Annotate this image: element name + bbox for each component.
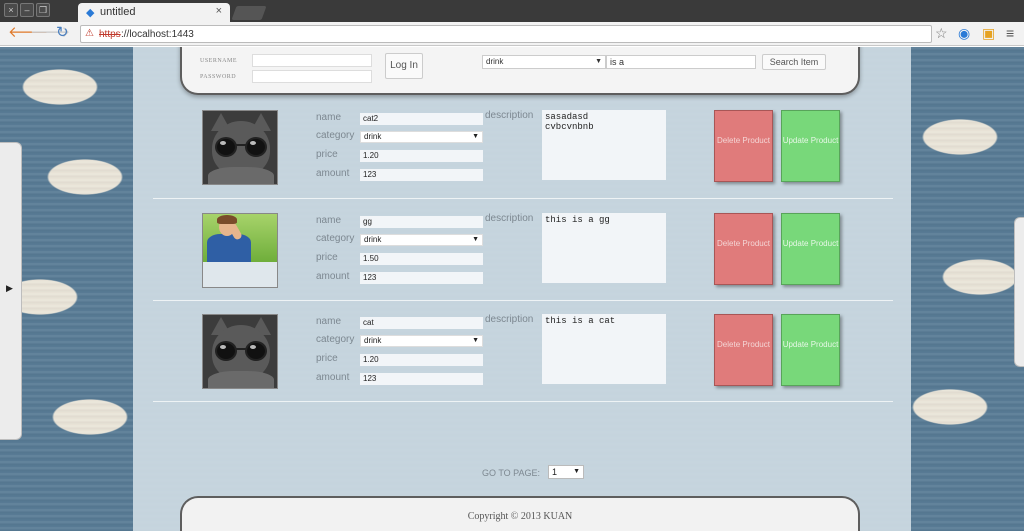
description-textarea[interactable]: sasadasd cvbcvnbnb: [542, 110, 666, 180]
browser-toolbar: 🡐 🡒 ↻ ⚠ https ://localhost:1443 ☆ ◉ ▣ ≡: [0, 22, 1024, 46]
search-category-value: drink: [486, 57, 504, 66]
name-input[interactable]: cat2: [360, 113, 483, 125]
reload-icon[interactable]: ↻: [56, 25, 69, 41]
star-icon[interactable]: ☆: [935, 26, 948, 40]
dropdown-arrow-icon: ▼: [472, 133, 479, 140]
description-textarea[interactable]: this is a gg: [542, 213, 666, 283]
dropdown-arrow-icon: ▼: [595, 58, 602, 65]
price-label: price: [316, 353, 338, 364]
name-input[interactable]: cat: [360, 317, 483, 329]
side-panel-toggle[interactable]: ▶: [0, 142, 22, 440]
copyright-text: Copyright © 2013 KUAN: [467, 511, 573, 522]
product-image: [202, 314, 278, 389]
amount-label: amount: [316, 271, 350, 282]
delete-product-button[interactable]: Delete Product: [714, 213, 773, 285]
amount-label: amount: [316, 168, 350, 179]
side-panel-handle[interactable]: [1014, 217, 1024, 367]
amount-input[interactable]: 123: [360, 272, 483, 284]
price-label: price: [316, 252, 338, 263]
ssl-warning-icon: ⚠: [85, 28, 94, 39]
product-row: name cat2 category drink ▼ price 1.20 am…: [183, 103, 863, 199]
main-content: USERNAME PASSWORD Log In drink ▼ is a Se…: [133, 47, 911, 531]
login-button[interactable]: Log In: [385, 53, 423, 79]
search-input[interactable]: is a: [606, 55, 756, 69]
page-select-value: 1: [552, 467, 558, 477]
amount-input[interactable]: 123: [360, 169, 483, 181]
category-select[interactable]: drink ▼: [360, 234, 483, 246]
product-image: [202, 110, 278, 185]
password-label: PASSWORD: [200, 74, 237, 80]
update-product-button[interactable]: Update Product: [781, 110, 840, 182]
delete-product-button[interactable]: Delete Product: [714, 314, 773, 386]
row-divider: [153, 300, 893, 301]
amount-label: amount: [316, 372, 350, 383]
maximize-window-button[interactable]: ❐: [36, 3, 50, 17]
category-label: category: [316, 334, 355, 345]
name-label: name: [316, 215, 342, 226]
url-text: ://localhost:1443: [121, 29, 194, 40]
username-input[interactable]: [252, 54, 372, 67]
update-product-button[interactable]: Update Product: [781, 213, 840, 285]
url-scheme: https: [99, 29, 121, 40]
row-divider: [153, 401, 893, 402]
price-input[interactable]: 1.50: [360, 253, 483, 265]
dropdown-arrow-icon: ▼: [472, 236, 479, 243]
price-label: price: [316, 149, 338, 160]
browser-tab[interactable]: ◆ untitled ×: [78, 3, 230, 22]
tab-close-icon[interactable]: ×: [216, 5, 222, 17]
amount-input[interactable]: 123: [360, 373, 483, 385]
product-row: name cat category drink ▼ price 1.20 amo…: [183, 307, 863, 403]
name-label: name: [316, 112, 342, 123]
delete-product-button[interactable]: Delete Product: [714, 110, 773, 182]
pagination-label: GO TO PAGE:: [482, 468, 541, 478]
category-select[interactable]: drink ▼: [360, 131, 483, 143]
category-select[interactable]: drink ▼: [360, 335, 483, 347]
address-bar[interactable]: ⚠ https ://localhost:1443: [80, 25, 932, 43]
row-divider: [153, 198, 893, 199]
category-value: drink: [364, 132, 382, 141]
description-textarea[interactable]: this is a cat: [542, 314, 666, 384]
search-category-select[interactable]: drink ▼: [482, 55, 606, 69]
description-label: description: [485, 110, 534, 121]
name-input[interactable]: gg: [360, 216, 483, 228]
extension-icon[interactable]: ▣: [982, 26, 995, 40]
update-product-button[interactable]: Update Product: [781, 314, 840, 386]
dropdown-arrow-icon: ▼: [573, 468, 580, 475]
close-window-button[interactable]: ×: [4, 3, 18, 17]
category-label: category: [316, 130, 355, 141]
description-label: description: [485, 213, 534, 224]
description-label: description: [485, 314, 534, 325]
minimize-window-button[interactable]: –: [20, 3, 34, 17]
extension-icon[interactable]: ◉: [958, 26, 970, 40]
category-value: drink: [364, 235, 382, 244]
tab-favicon-icon: ◆: [86, 7, 95, 19]
product-image: [202, 213, 278, 288]
browser-titlebar: × – ❐ ◆ untitled ×: [0, 0, 1024, 22]
page-viewport: ▶ USERNAME PASSWORD Log In drink ▼ is a …: [0, 47, 1024, 531]
name-label: name: [316, 316, 342, 327]
dropdown-arrow-icon: ▼: [472, 337, 479, 344]
category-label: category: [316, 233, 355, 244]
category-value: drink: [364, 336, 382, 345]
page-select[interactable]: 1 ▼: [548, 465, 584, 479]
footer-panel: Copyright © 2013 KUAN: [180, 496, 860, 531]
tab-title: untitled: [100, 6, 136, 18]
search-button[interactable]: Search Item: [762, 54, 826, 70]
password-input[interactable]: [252, 70, 372, 83]
header-panel: USERNAME PASSWORD Log In drink ▼ is a Se…: [180, 47, 860, 95]
new-tab-button[interactable]: [231, 6, 267, 20]
product-row: name gg category drink ▼ price 1.50 amou…: [183, 206, 863, 302]
chevron-right-icon: ▶: [6, 283, 13, 293]
username-label: USERNAME: [200, 58, 238, 64]
price-input[interactable]: 1.20: [360, 354, 483, 366]
hamburger-menu-icon[interactable]: ≡: [1006, 26, 1014, 40]
price-input[interactable]: 1.20: [360, 150, 483, 162]
